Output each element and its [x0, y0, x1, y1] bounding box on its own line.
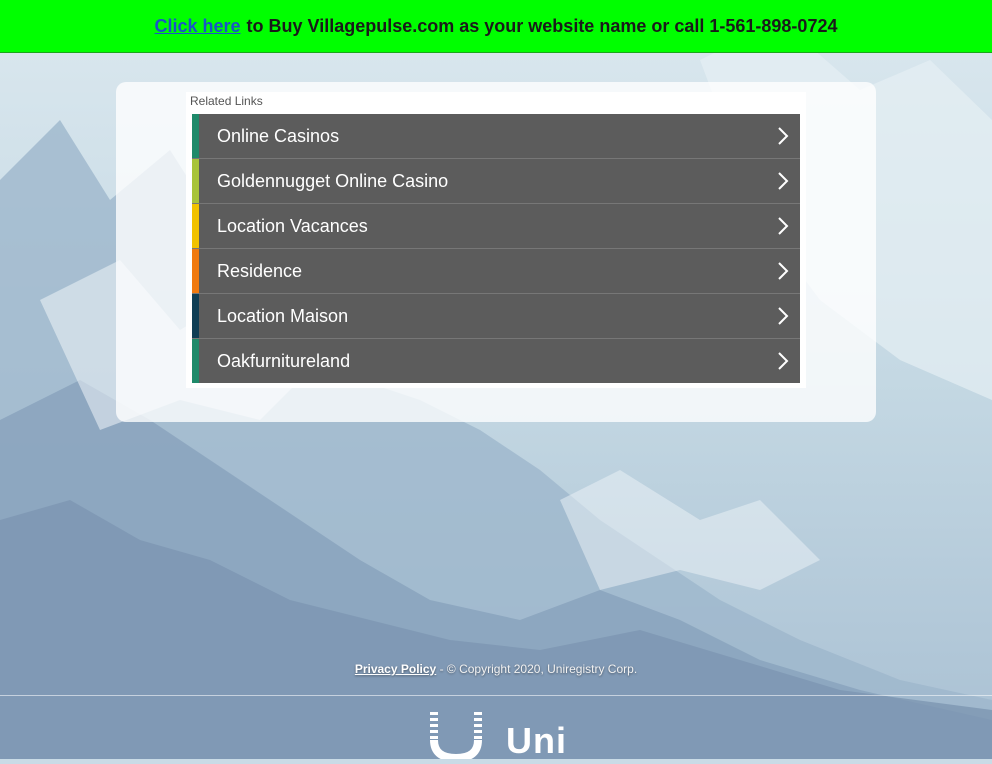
- related-link-item[interactable]: Location Vacances: [192, 204, 800, 249]
- domain-sale-banner: Click here to Buy Villagepulse.com as yo…: [0, 0, 992, 53]
- chevron-right-icon: [778, 172, 789, 190]
- uniregistry-logo[interactable]: Uni: [428, 708, 566, 764]
- related-links-title: Related Links: [190, 94, 263, 108]
- related-link-item[interactable]: Location Maison: [192, 294, 800, 339]
- privacy-policy-link[interactable]: Privacy Policy: [355, 662, 436, 676]
- chevron-right-icon: [778, 307, 789, 325]
- color-stripe: [192, 294, 199, 338]
- uni-logo-mark-icon: [430, 712, 482, 763]
- related-link-label: Location Vacances: [217, 215, 368, 236]
- related-link-item[interactable]: Residence: [192, 249, 800, 294]
- click-here-link[interactable]: Click here: [155, 16, 241, 37]
- chevron-right-icon: [778, 127, 789, 145]
- related-link-label: Goldennugget Online Casino: [217, 170, 449, 191]
- related-link-item[interactable]: Goldennugget Online Casino: [192, 159, 800, 204]
- related-link-label: Oakfurnitureland: [217, 350, 351, 371]
- banner-message: to Buy Villagepulse.com as your website …: [246, 15, 838, 36]
- related-link-item[interactable]: Online Casinos: [192, 114, 800, 159]
- related-link-label: Location Maison: [217, 305, 349, 326]
- related-link-label: Residence: [217, 260, 303, 281]
- related-links-list: Online Casinos Goldennugget Online Casin…: [192, 114, 800, 383]
- related-link-item[interactable]: Oakfurnitureland: [192, 339, 800, 383]
- related-links-panel: Related Links Online Casinos Goldennugge…: [116, 82, 876, 422]
- color-stripe: [192, 159, 199, 203]
- chevron-right-icon: [778, 262, 789, 280]
- copyright-text: - © Copyright 2020, Uniregistry Corp.: [439, 662, 638, 676]
- color-stripe: [192, 114, 199, 158]
- footer: Privacy Policy - © Copyright 2020, Unire…: [0, 662, 992, 676]
- footer-divider: [0, 695, 992, 696]
- chevron-right-icon: [778, 217, 789, 235]
- logo-text: Uni: [506, 720, 567, 761]
- color-stripe: [192, 249, 199, 293]
- related-link-label: Online Casinos: [217, 125, 340, 146]
- related-links-box: Related Links Online Casinos Goldennugge…: [186, 92, 806, 388]
- color-stripe: [192, 339, 199, 383]
- color-stripe: [192, 204, 199, 248]
- chevron-right-icon: [778, 352, 789, 370]
